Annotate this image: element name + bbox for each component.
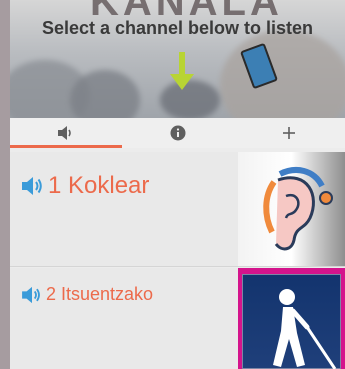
cochlear-implant-ear-image (238, 152, 345, 266)
hero-banner: KANALA Select a channel below to listen (10, 0, 345, 118)
hero-title: Select a channel below to listen (41, 18, 314, 38)
background-blur-shape (70, 70, 140, 118)
ear-icon (263, 167, 333, 251)
channel-row-1[interactable]: 1 Koklear (10, 152, 345, 267)
tab-info[interactable] (122, 118, 234, 148)
tab-bar (10, 118, 345, 148)
channel-label-1[interactable]: 1 Koklear (22, 172, 149, 200)
speaker-icon (22, 177, 42, 195)
tab-add[interactable] (233, 118, 345, 148)
channel-name: 2 Itsuentzako (46, 284, 154, 304)
blind-person-cane-image (238, 268, 345, 369)
image-panel (242, 274, 341, 369)
app-screen: KANALA Select a channel below to listen (10, 0, 345, 369)
blind-person-icon (273, 289, 337, 369)
tab-audio[interactable] (10, 118, 122, 148)
channel-row-2[interactable]: 2 Itsuentzako (10, 268, 345, 369)
info-icon (170, 125, 185, 141)
channel-name: 1 Koklear (48, 172, 150, 199)
down-arrow-icon (170, 52, 194, 90)
background-blur-shape (220, 30, 345, 118)
plus-icon (283, 127, 296, 139)
speaker-icon (57, 126, 71, 140)
channel-label-2[interactable]: 2 Itsuentzako (22, 284, 153, 305)
speaker-icon (22, 286, 40, 303)
